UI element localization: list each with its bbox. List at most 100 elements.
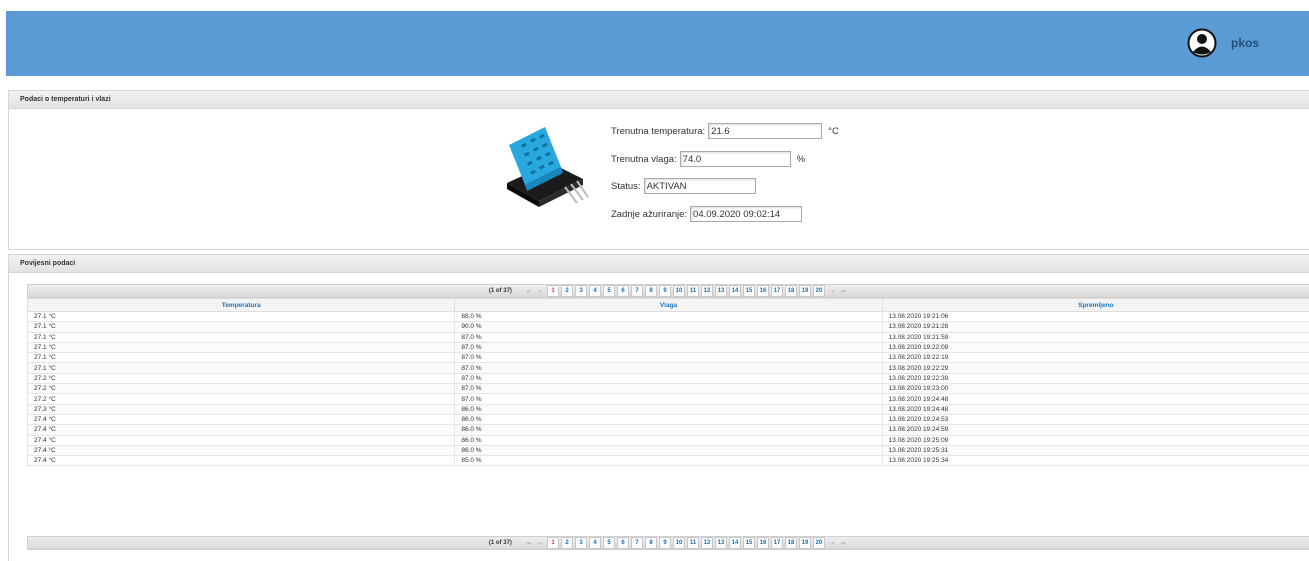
column-header-saved[interactable]: Spremljeno [882,299,1309,312]
table-row[interactable]: 27.1 °C87.0 %13.08.2020 19:21:59 [28,332,1309,342]
user-circle-icon[interactable] [1187,28,1217,58]
username-label[interactable]: pkos [1231,36,1259,50]
page-button[interactable]: 18 [785,285,797,297]
page-button[interactable]: 14 [729,537,741,549]
cell-temperature: 27.1 °C [28,322,455,332]
cell-saved: 13.08.2020 19:24:59 [882,425,1309,435]
cell-humidity: 87.0 % [455,342,882,352]
page-button[interactable]: 19 [799,285,811,297]
page-button[interactable]: 13 [715,285,727,297]
humidity-field[interactable] [680,151,791,167]
page-button[interactable]: 10 [673,285,685,297]
cell-humidity: 90.0 % [455,322,882,332]
page-button[interactable]: 11 [687,537,699,549]
table-row[interactable]: 27.3 °C86.0 %13.08.2020 19:24:48 [28,404,1309,414]
page-button[interactable]: 5 [603,537,615,549]
cell-saved: 13.08.2020 19:24:53 [882,414,1309,424]
page-button[interactable]: 12 [701,537,713,549]
table-row[interactable]: 27.1 °C88.0 %13.08.2020 19:21:06 [28,312,1309,322]
page-button[interactable]: 4 [589,537,601,549]
temperature-unit: °C [828,126,839,137]
page-button[interactable]: 6 [617,285,629,297]
status-label: Status: [611,181,641,192]
updated-field[interactable] [690,206,802,222]
updated-label: Zadnje ažuriranje: [611,209,687,220]
first-page-icon[interactable]: ⇤ [527,288,532,295]
table-row[interactable]: 27.4 °C86.0 %13.08.2020 19:24:59 [28,425,1309,435]
page-button[interactable]: 15 [743,537,755,549]
page-button[interactable]: 2 [561,285,573,297]
first-page-icon[interactable]: ⇤ [527,540,532,547]
table-row[interactable]: 27.4 °C86.0 %13.08.2020 19:25:09 [28,435,1309,445]
page-button[interactable]: 17 [771,285,783,297]
cell-temperature: 27.1 °C [28,332,455,342]
table-row[interactable]: 27.1 °C90.0 %13.08.2020 19:21:28 [28,322,1309,332]
column-header-temperature[interactable]: Temperatura [28,299,455,312]
page-button[interactable]: 1 [547,285,559,297]
cell-humidity: 86.0 % [455,414,882,424]
table-row[interactable]: 27.2 °C87.0 %13.08.2020 19:22:39 [28,373,1309,383]
table-row[interactable]: 27.1 °C87.0 %13.08.2020 19:22:19 [28,353,1309,363]
next-page-icon[interactable]: ⇢ [829,288,834,295]
table-row[interactable]: 27.4 °C85.0 %13.08.2020 19:25:34 [28,456,1309,466]
page-button[interactable]: 9 [659,537,671,549]
history-table: Temperatura Vlaga Spremljeno 27.1 °C88.0… [27,298,1309,466]
last-page-icon[interactable]: ⇥ [840,540,845,547]
page-button[interactable]: 13 [715,537,727,549]
cell-humidity: 86.0 % [455,425,882,435]
cell-saved: 13.08.2020 19:23:00 [882,384,1309,394]
temperature-field[interactable] [708,123,822,139]
paginator-top: (1 of 37)⇤⇠12345678910111213141516171819… [27,284,1309,298]
table-row[interactable]: 27.1 °C87.0 %13.08.2020 19:22:09 [28,342,1309,352]
humidity-label: Trenutna vlaga: [611,154,677,165]
cell-temperature: 27.2 °C [28,384,455,394]
humidity-unit: % [797,154,805,165]
cell-humidity: 87.0 % [455,394,882,404]
user-menu[interactable]: pkos [1187,28,1259,58]
page-button[interactable]: 12 [701,285,713,297]
cell-saved: 13.08.2020 19:22:29 [882,363,1309,373]
page-button[interactable]: 8 [645,537,657,549]
cell-temperature: 27.2 °C [28,373,455,383]
page-button[interactable]: 19 [799,537,811,549]
page-button[interactable]: 17 [771,537,783,549]
table-row[interactable]: 27.4 °C86.0 %13.08.2020 19:24:53 [28,414,1309,424]
cell-temperature: 27.4 °C [28,456,455,466]
page-report: (1 of 37) [489,540,512,546]
page-button[interactable]: 10 [673,537,685,549]
table-row[interactable]: 27.1 °C87.0 %13.08.2020 19:22:29 [28,363,1309,373]
page-button[interactable]: 3 [575,537,587,549]
column-header-humidity[interactable]: Vlaga [455,299,882,312]
page-button[interactable]: 9 [659,285,671,297]
page-button[interactable]: 7 [631,537,643,549]
table-row[interactable]: 27.4 °C86.0 %13.08.2020 19:25:31 [28,445,1309,455]
table-row[interactable]: 27.2 °C87.0 %13.08.2020 19:23:00 [28,384,1309,394]
cell-temperature: 27.1 °C [28,353,455,363]
page-button[interactable]: 5 [603,285,615,297]
page-button[interactable]: 7 [631,285,643,297]
page-button[interactable]: 20 [813,285,825,297]
page-button[interactable]: 14 [729,285,741,297]
page-button[interactable]: 16 [757,285,769,297]
table-header-row: Temperatura Vlaga Spremljeno [28,299,1309,312]
status-field[interactable] [644,178,756,194]
page-button[interactable]: 3 [575,285,587,297]
page-button[interactable]: 16 [757,537,769,549]
prev-page-icon[interactable]: ⇠ [538,540,543,547]
page-button[interactable]: 2 [561,537,573,549]
page-button[interactable]: 11 [687,285,699,297]
prev-page-icon[interactable]: ⇠ [538,288,543,295]
cell-temperature: 27.3 °C [28,404,455,414]
cell-temperature: 27.4 °C [28,445,455,455]
page-button[interactable]: 8 [645,285,657,297]
page-button[interactable]: 6 [617,537,629,549]
table-row[interactable]: 27.2 °C87.0 %13.08.2020 19:24:48 [28,394,1309,404]
page-button[interactable]: 1 [547,537,559,549]
page-button[interactable]: 20 [813,537,825,549]
last-page-icon[interactable]: ⇥ [840,288,845,295]
page-button[interactable]: 15 [743,285,755,297]
next-page-icon[interactable]: ⇢ [829,540,834,547]
cell-humidity: 87.0 % [455,363,882,373]
page-button[interactable]: 18 [785,537,797,549]
page-button[interactable]: 4 [589,285,601,297]
